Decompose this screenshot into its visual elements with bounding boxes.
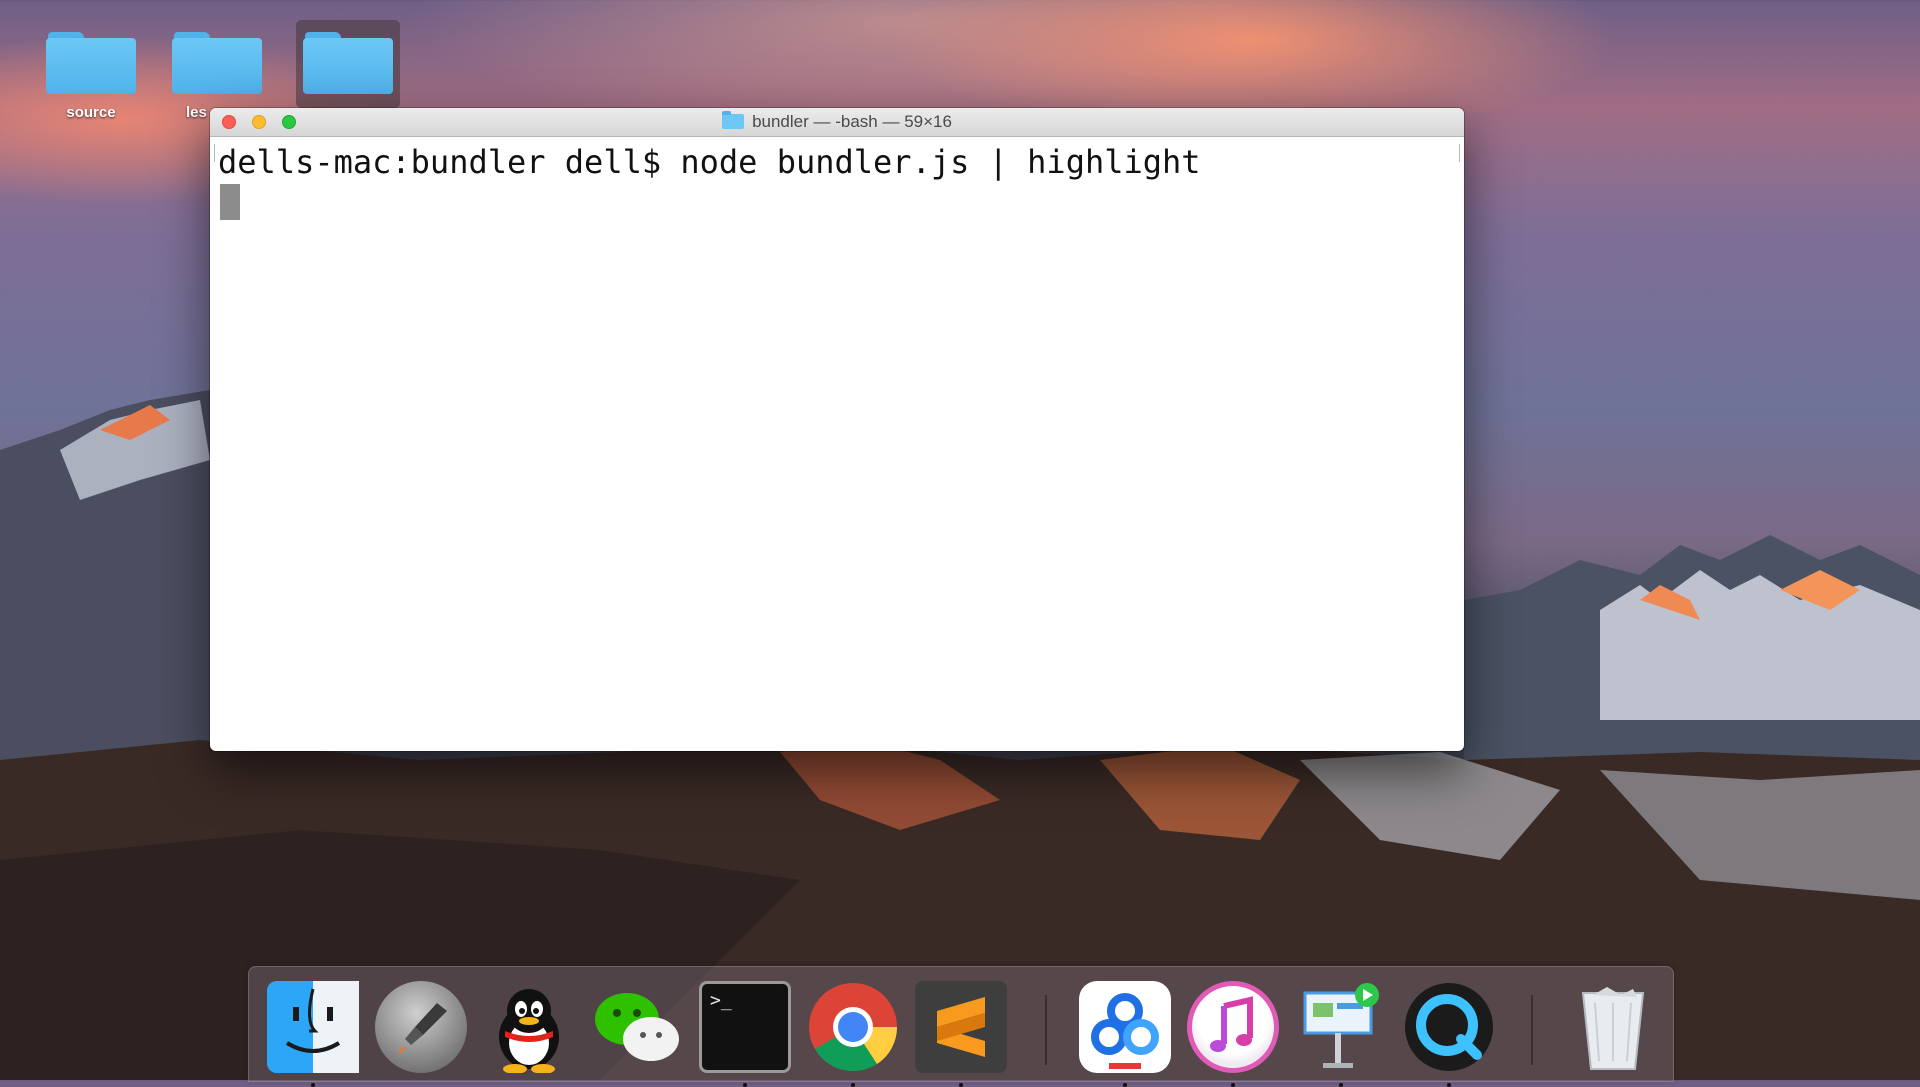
- dock-baidu-netdisk[interactable]: [1079, 981, 1171, 1087]
- desktop-folder-label: source: [66, 104, 116, 121]
- terminal-prompt-line: [218, 181, 1456, 220]
- running-indicator: [311, 1083, 315, 1087]
- scroll-marker: [214, 144, 215, 162]
- dock: >_: [248, 966, 1674, 1087]
- dock-qq[interactable]: [483, 981, 575, 1074]
- scroll-marker: [1459, 144, 1460, 162]
- terminal-icon: >_: [710, 990, 732, 1011]
- dock-keynote[interactable]: [1295, 981, 1387, 1087]
- trash-icon: [1581, 987, 1645, 1070]
- terminal-window[interactable]: bundler — -bash — 59×16 dells-mac:bundle…: [210, 108, 1464, 751]
- window-titlebar[interactable]: bundler — -bash — 59×16: [210, 108, 1464, 137]
- dock-separator: [1045, 995, 1047, 1065]
- dock-itunes[interactable]: [1187, 981, 1279, 1087]
- folder-icon: [303, 32, 393, 94]
- finder-icon: [267, 981, 359, 1073]
- wechat-icon: [595, 993, 679, 1061]
- keynote-icon: [1303, 983, 1379, 1068]
- text-cursor: [220, 184, 240, 220]
- running-indicator: [959, 1083, 963, 1087]
- running-indicator: [743, 1083, 747, 1087]
- dock-chrome[interactable]: [807, 981, 899, 1087]
- desktop-folder-selected[interactable]: [293, 32, 403, 104]
- qq-icon: [499, 989, 559, 1074]
- folder-icon: [172, 32, 262, 94]
- baidu-netdisk-icon: [1091, 993, 1159, 1069]
- itunes-icon: [1210, 996, 1253, 1052]
- desktop-folder-source[interactable]: source: [36, 32, 146, 121]
- dock-launchpad[interactable]: [375, 981, 467, 1073]
- running-indicator: [1231, 1083, 1235, 1087]
- quicktime-icon: [1405, 983, 1493, 1071]
- terminal-content[interactable]: dells-mac:bundler dell$ node bundler.js …: [210, 137, 1464, 225]
- launchpad-icon: [397, 1003, 447, 1053]
- folder-icon: [46, 32, 136, 94]
- chrome-icon: [809, 983, 898, 1072]
- dock-trash[interactable]: [1567, 981, 1659, 1073]
- running-indicator: [1339, 1083, 1343, 1087]
- running-indicator: [851, 1083, 855, 1087]
- dock-quicktime[interactable]: [1403, 981, 1495, 1087]
- window-title: bundler — -bash — 59×16: [210, 108, 1464, 136]
- terminal-line: dells-mac:bundler dell$ node bundler.js …: [218, 143, 1201, 181]
- dock-separator: [1531, 995, 1533, 1065]
- dock-finder[interactable]: [267, 981, 359, 1087]
- dock-sublime-text[interactable]: [915, 981, 1007, 1087]
- window-title-text: bundler — -bash — 59×16: [752, 112, 952, 131]
- running-indicator: [1123, 1083, 1127, 1087]
- running-indicator: [1447, 1083, 1451, 1087]
- sublime-text-icon: [937, 997, 985, 1057]
- dock-wechat[interactable]: [591, 981, 683, 1073]
- folder-icon: [722, 111, 745, 129]
- dock-terminal[interactable]: >_: [699, 981, 791, 1087]
